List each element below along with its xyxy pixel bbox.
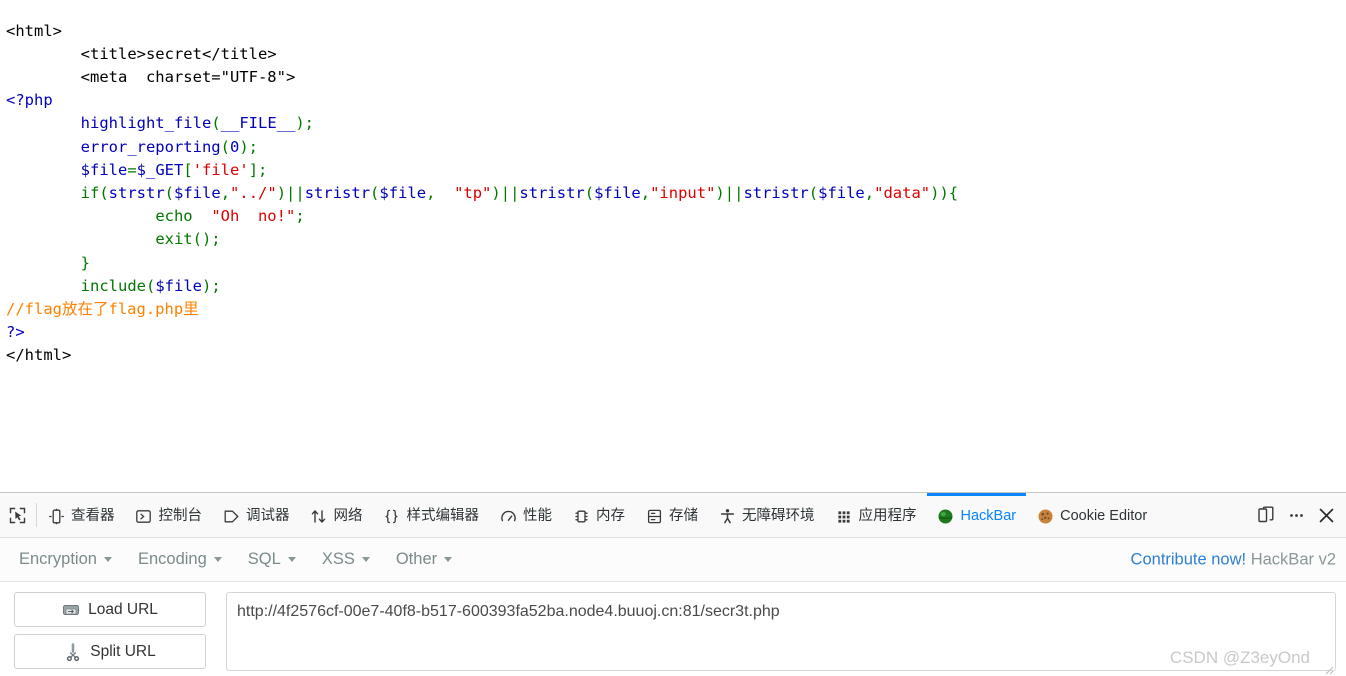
devtools-tab-cookie[interactable]: Cookie Editor	[1026, 493, 1157, 537]
hackbar-menu-sql[interactable]: SQL	[235, 546, 309, 573]
devtools-tab-network[interactable]: 网络	[300, 493, 373, 537]
hackbar-url-area: CSDN @Z3eyOnd	[226, 592, 1336, 676]
devtools-tab-style-editor[interactable]: 样式编辑器	[373, 493, 490, 537]
hackbar-version-label: HackBar v2	[1250, 550, 1336, 568]
hackbar-menu-label: XSS	[321, 550, 355, 568]
hackbar-menu-encryption[interactable]: Encryption	[6, 546, 125, 573]
inspector-icon	[47, 508, 65, 526]
url-input[interactable]	[226, 592, 1336, 671]
hackbar-menu-xss[interactable]: XSS	[309, 546, 383, 573]
devtools-tab-label: 调试器	[246, 508, 290, 525]
devtools-tab-list: 查看器 控制台 调试器 网络 样式编辑器 性能 内存 存储 无障碍环境 应用程序 HackBar Co…	[37, 493, 1248, 537]
hackbar-menu-label: Encoding	[137, 550, 207, 568]
devtools-tab-label: HackBar	[960, 508, 1017, 525]
devtools-close-button[interactable]	[1312, 501, 1340, 529]
hackbar-menu-encoding[interactable]: Encoding	[125, 546, 235, 573]
devtools-tab-storage[interactable]: 存储	[635, 493, 708, 537]
devtools-tab-label: 无障碍环境	[742, 508, 815, 525]
responsive-design-mode-button[interactable]	[1252, 501, 1280, 529]
chevron-down-icon	[103, 557, 112, 562]
devtools-tab-application[interactable]: 应用程序	[825, 493, 927, 537]
performance-icon	[499, 508, 517, 526]
hackbar-contribute-area: Contribute now! HackBar v2	[1131, 550, 1336, 569]
devtools-tab-memory[interactable]: 内存	[562, 493, 635, 537]
rendered-page-content: <html> <title>secret</title> <meta chars…	[0, 0, 1346, 492]
split-url-label: Split URL	[90, 642, 156, 660]
cookie-icon	[1036, 508, 1054, 526]
hackbar-menu-label: SQL	[247, 550, 281, 568]
hackbar-icon	[937, 508, 955, 526]
devtools-tab-label: 存储	[669, 508, 698, 525]
devtools-tab-hackbar[interactable]: HackBar	[926, 493, 1027, 537]
load-url-button[interactable]: Load URL	[14, 592, 206, 627]
devtools-tab-label: 内存	[596, 508, 625, 525]
contribute-now-link[interactable]: Contribute now!	[1131, 550, 1247, 568]
devtools-tab-label: 性能	[523, 508, 552, 525]
memory-icon	[572, 508, 590, 526]
hackbar-menu-other[interactable]: Other	[383, 546, 465, 573]
element-picker-icon	[8, 506, 26, 524]
devtools-toolbar-actions	[1248, 493, 1346, 537]
devtools-tab-performance[interactable]: 性能	[489, 493, 562, 537]
devtools-panel: 查看器 控制台 调试器 网络 样式编辑器 性能 内存 存储 无障碍环境 应用程序 HackBar Co…	[0, 492, 1346, 675]
devtools-tab-label: 样式编辑器	[406, 508, 480, 525]
chevron-down-icon	[213, 557, 222, 562]
devtools-tab-label: 网络	[333, 508, 363, 525]
hackbar-panel: Encryption Encoding SQL XSS Other Contribute…	[0, 538, 1346, 675]
network-icon	[310, 508, 328, 526]
devtools-more-menu-button[interactable]	[1282, 501, 1310, 529]
devtools-tab-inspector[interactable]: 查看器	[37, 493, 125, 537]
hackbar-body: Load URL Split URL CS	[0, 582, 1346, 676]
devtools-tab-label: 查看器	[71, 508, 115, 525]
console-icon	[135, 508, 153, 526]
split-url-button[interactable]: Split URL	[14, 634, 206, 669]
devtools-tab-debugger[interactable]: 调试器	[212, 493, 300, 537]
chevron-down-icon	[287, 557, 296, 562]
storage-icon	[645, 508, 663, 526]
hackbar-menu-items: Encryption Encoding SQL XSS Other	[6, 546, 465, 573]
hackbar-menu-label: Encryption	[19, 550, 97, 568]
load-url-label: Load URL	[88, 600, 158, 618]
application-icon	[835, 508, 853, 526]
devtools-tab-label: Cookie Editor	[1060, 508, 1148, 525]
hackbar-action-buttons: Load URL Split URL	[14, 592, 206, 676]
php-source-listing: <html> <title>secret</title> <meta chars…	[6, 21, 959, 365]
devtools-toolbar: 查看器 控制台 调试器 网络 样式编辑器 性能 内存 存储 无障碍环境 应用程序 HackBar Co…	[0, 493, 1346, 538]
element-picker-button[interactable]	[0, 493, 36, 537]
split-url-icon	[64, 642, 82, 661]
devtools-tab-label: 应用程序	[858, 508, 917, 525]
style-editor-icon	[383, 508, 401, 526]
hackbar-menu-bar: Encryption Encoding SQL XSS Other Contribute…	[0, 538, 1346, 582]
devtools-tab-console[interactable]: 控制台	[125, 493, 213, 537]
hackbar-menu-label: Other	[395, 550, 438, 568]
devtools-tab-label: 控制台	[158, 508, 203, 525]
debugger-icon	[222, 508, 240, 526]
accessibility-icon	[718, 508, 736, 526]
chevron-down-icon	[444, 557, 453, 562]
load-url-icon	[62, 601, 80, 619]
chevron-down-icon	[361, 557, 370, 562]
devtools-tab-accessibility[interactable]: 无障碍环境	[708, 493, 825, 537]
